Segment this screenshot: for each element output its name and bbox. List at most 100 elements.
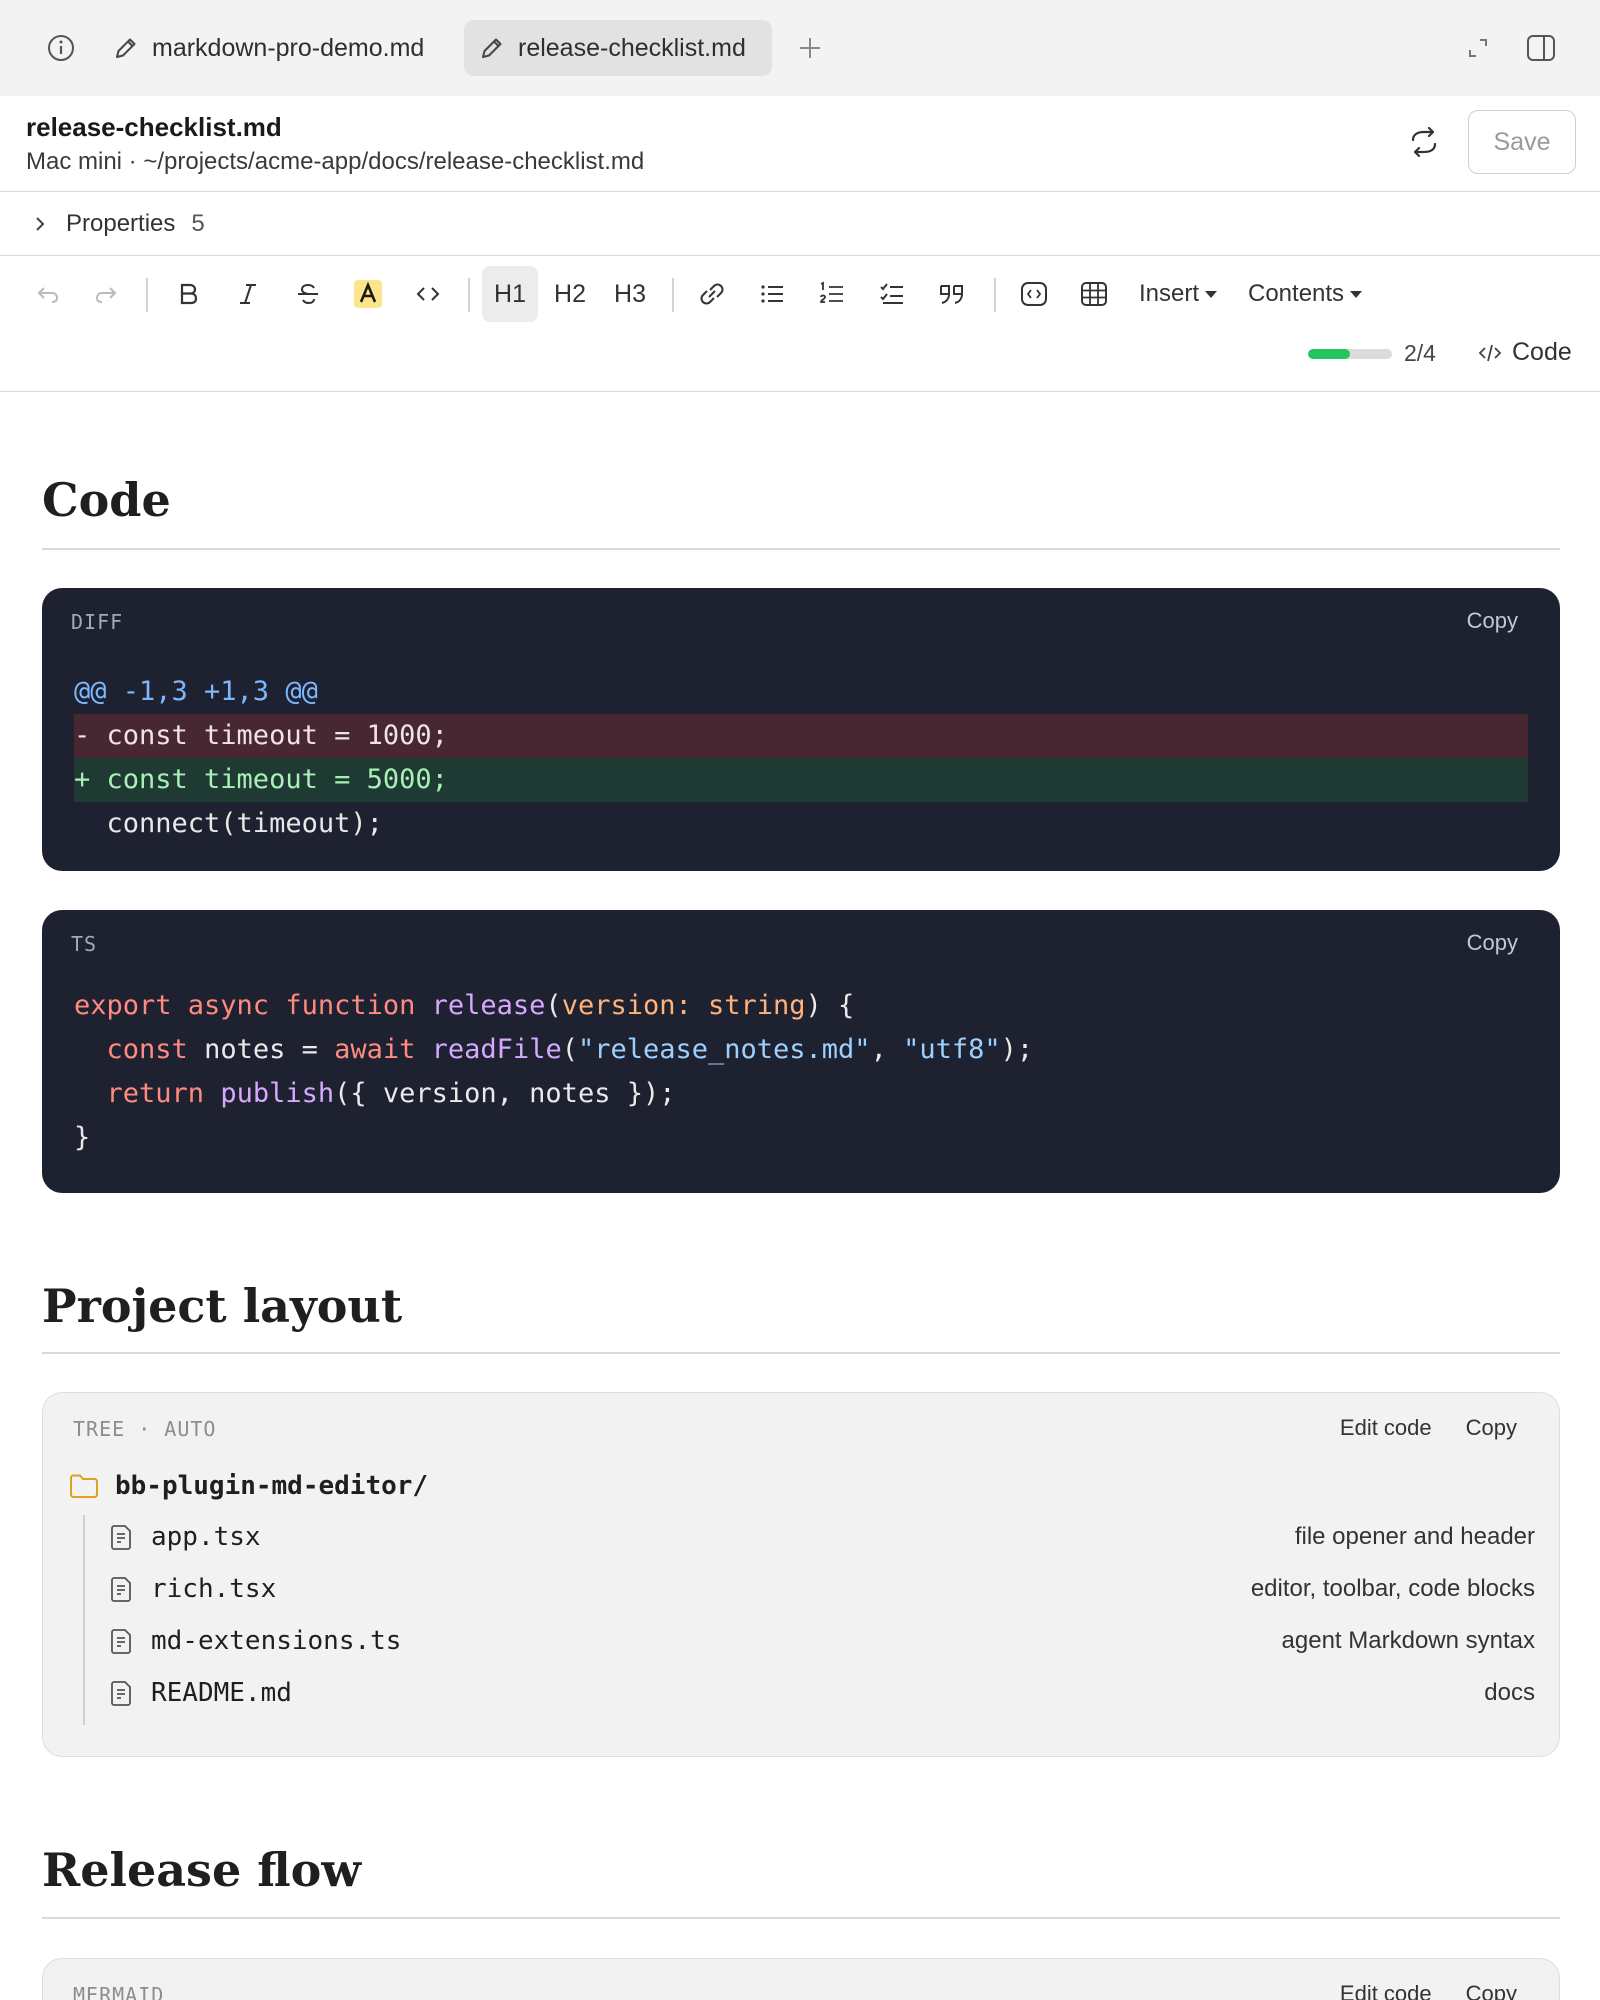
tree-file-row[interactable]: app.tsx file opener and header <box>109 1515 1535 1559</box>
numbered-list-icon <box>818 280 846 308</box>
table-button[interactable] <box>1070 266 1118 322</box>
heading-3-button[interactable]: H3 <box>602 266 658 322</box>
copy-button[interactable]: Copy <box>1467 608 1518 634</box>
edit-code-button[interactable]: Edit code <box>1340 1415 1432 1441</box>
blockquote-button[interactable] <box>928 266 976 322</box>
tab-release-checklist[interactable]: release-checklist.md <box>464 20 772 76</box>
tree-root-folder[interactable]: bb-plugin-md-editor/ <box>69 1471 428 1501</box>
tree-file-name: app.tsx <box>151 1522 261 1552</box>
chevron-right-icon <box>30 214 50 234</box>
copy-button[interactable]: Copy <box>1466 1981 1517 2000</box>
task-progress-fill <box>1308 349 1350 359</box>
file-icon <box>109 1523 151 1551</box>
task-list-button[interactable] <box>868 266 916 322</box>
heading-2-button[interactable]: H2 <box>542 266 598 322</box>
table-icon <box>1079 279 1109 309</box>
file-icon <box>109 1575 151 1603</box>
diff-code-block: DIFF Copy @@ -1,3 +1,3 @@ - const timeou… <box>42 588 1560 871</box>
caret-down-icon <box>1350 290 1363 298</box>
code-view-toggle[interactable]: Code <box>1478 338 1572 367</box>
heading-1-button[interactable]: H1 <box>482 266 538 322</box>
redo-icon <box>92 280 120 308</box>
italic-button[interactable] <box>224 266 272 322</box>
formatting-toolbar: H1 H2 H3 Insert Contents 2/4 Code <box>0 256 1600 392</box>
diff-added-line: + const timeout = 5000; <box>74 758 1528 802</box>
checklist-icon <box>878 280 906 308</box>
block-actions: Edit code Copy <box>1340 1981 1517 2000</box>
diff-context-line: connect(timeout); <box>74 808 383 839</box>
ts-code-block: TS Copy export async function release(ve… <box>42 910 1560 1193</box>
highlight-icon <box>353 279 383 309</box>
redo-button[interactable] <box>82 266 130 322</box>
tree-file-note: docs <box>1484 1679 1535 1706</box>
code-language-label: TS <box>71 932 98 956</box>
bullet-list-button[interactable] <box>748 266 796 322</box>
file-icon <box>109 1679 151 1707</box>
code-block-icon <box>1019 279 1049 309</box>
code-slash-icon <box>1478 341 1512 365</box>
strikethrough-icon <box>294 280 322 308</box>
properties-toggle[interactable]: Properties 5 <box>0 192 1600 256</box>
sidebar-toggle-icon[interactable] <box>1526 34 1556 62</box>
block-actions: Edit code Copy <box>1340 1415 1517 1441</box>
diff-hunk-line: @@ -1,3 +1,3 @@ <box>74 676 318 707</box>
highlight-button[interactable] <box>344 266 392 322</box>
plus-icon[interactable] <box>795 33 825 63</box>
strikethrough-button[interactable] <box>284 266 332 322</box>
insert-label: Insert <box>1139 280 1200 307</box>
document-content: Code DIFF Copy @@ -1,3 +1,3 @@ - const t… <box>0 393 1600 2000</box>
code-line: export async function release(version: s… <box>74 990 855 1021</box>
file-tree-block: TREE · AUTO Edit code Copy bb-plugin-md-… <box>42 1392 1560 1757</box>
toolbar-divider <box>146 278 148 312</box>
tab-label: release-checklist.md <box>518 33 746 62</box>
file-title: release-checklist.md <box>26 112 282 142</box>
info-icon[interactable] <box>46 33 76 63</box>
code-language-label: MERMAID <box>73 1983 165 2000</box>
contents-dropdown[interactable]: Contents <box>1248 266 1363 322</box>
save-button[interactable]: Save <box>1468 110 1576 174</box>
bullet-list-icon <box>758 280 786 308</box>
task-progress-bar <box>1308 349 1392 359</box>
task-progress-text: 2/4 <box>1404 340 1436 366</box>
bold-button[interactable] <box>164 266 212 322</box>
tree-file-row[interactable]: README.md docs <box>109 1671 1535 1715</box>
mermaid-block: MERMAID Edit code Copy <box>42 1958 1560 2000</box>
file-header: release-checklist.md Mac mini · ~/projec… <box>0 96 1600 192</box>
caret-down-icon <box>1205 290 1218 298</box>
insert-dropdown[interactable]: Insert <box>1139 266 1218 322</box>
tab-markdown-pro-demo[interactable]: markdown-pro-demo.md <box>98 20 448 76</box>
undo-icon <box>34 280 62 308</box>
tab-label: markdown-pro-demo.md <box>152 33 425 62</box>
tree-file-row[interactable]: rich.tsx editor, toolbar, code blocks <box>109 1567 1535 1611</box>
tree-root-name: bb-plugin-md-editor/ <box>115 1471 429 1501</box>
tree-file-note: file opener and header <box>1294 1523 1535 1550</box>
folder-icon <box>69 1473 115 1499</box>
edit-code-button[interactable]: Edit code <box>1340 1981 1432 2000</box>
code-language-label: DIFF <box>71 610 124 634</box>
code-lines: export async function release(version: s… <box>74 984 1528 1160</box>
tree-file-note: agent Markdown syntax <box>1281 1627 1535 1654</box>
undo-button[interactable] <box>24 266 72 322</box>
heading-code: Code <box>42 473 171 527</box>
code-line: return publish({ version, notes }); <box>106 1078 676 1109</box>
file-icon <box>109 1627 151 1655</box>
tree-indent-guide <box>83 1515 85 1725</box>
heading-underline <box>42 1917 1560 1919</box>
copy-button[interactable]: Copy <box>1467 930 1518 956</box>
code-line: } <box>74 1122 91 1153</box>
inline-code-button[interactable] <box>404 266 452 322</box>
sync-icon[interactable] <box>1406 124 1442 160</box>
code-toggle-label: Code <box>1512 338 1572 366</box>
copy-button[interactable]: Copy <box>1466 1415 1517 1441</box>
tree-file-name: rich.tsx <box>151 1574 277 1604</box>
expand-icon[interactable] <box>1466 36 1490 60</box>
code-block-button[interactable] <box>1010 266 1058 322</box>
link-button[interactable] <box>688 266 736 322</box>
tab-bar: markdown-pro-demo.md release-checklist.m… <box>0 0 1600 96</box>
contents-label: Contents <box>1248 280 1345 307</box>
heading-underline <box>42 1352 1560 1354</box>
tree-file-row[interactable]: md-extensions.ts agent Markdown syntax <box>109 1619 1535 1663</box>
link-icon <box>698 280 726 308</box>
numbered-list-button[interactable] <box>808 266 856 322</box>
bold-icon <box>174 280 202 308</box>
